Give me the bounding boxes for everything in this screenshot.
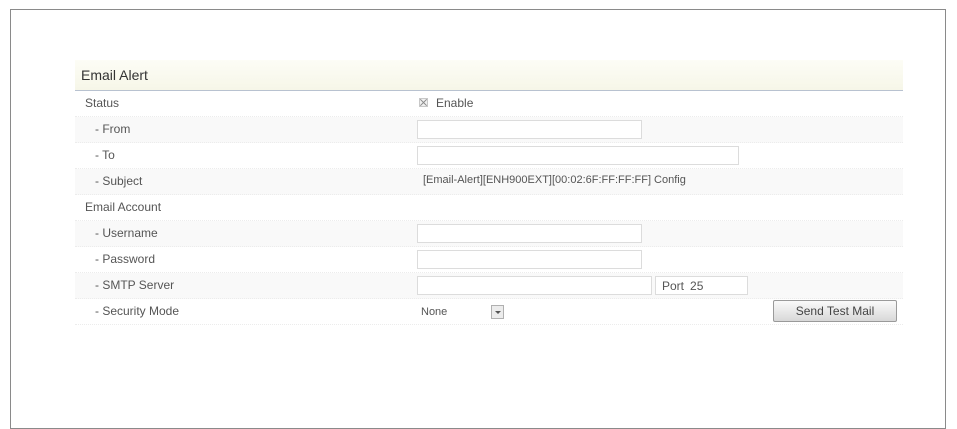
status-row: Status Enable	[75, 91, 903, 117]
password-field[interactable]	[417, 250, 642, 269]
to-field[interactable]	[417, 146, 739, 165]
smtp-server-label: - SMTP Server	[95, 278, 175, 292]
enable-checkbox[interactable]	[419, 98, 428, 107]
from-label: - From	[95, 122, 131, 136]
security-mode-value: None	[421, 305, 448, 318]
port-value[interactable]: 25	[690, 279, 703, 293]
email-account-label: Email Account	[85, 200, 162, 214]
from-field[interactable]	[417, 120, 642, 139]
password-row: - Password	[75, 247, 903, 273]
from-row: - From	[75, 117, 903, 143]
username-field[interactable]	[417, 224, 642, 243]
email-alert-panel: Email Alert Status Enable - From - To - …	[75, 60, 903, 325]
subject-label: - Subject	[95, 174, 143, 188]
to-label: - To	[95, 148, 115, 162]
username-row: - Username	[75, 221, 903, 247]
to-row: - To	[75, 143, 903, 169]
chevron-down-icon[interactable]	[491, 304, 504, 319]
security-mode-select[interactable]: None	[417, 302, 510, 321]
smtp-server-field[interactable]	[417, 276, 652, 295]
email-account-row: Email Account	[75, 195, 903, 221]
panel-title: Email Alert	[75, 60, 903, 91]
subject-field[interactable]: [Email-Alert][ENH900EXT][00:02:6F:FF:FF:…	[417, 172, 777, 191]
security-mode-row: - Security Mode None Send Test Mail	[75, 299, 903, 325]
content-frame: Email Alert Status Enable - From - To - …	[10, 9, 946, 429]
subject-row: - Subject [Email-Alert][ENH900EXT][00:02…	[75, 169, 903, 195]
username-label: - Username	[95, 226, 158, 240]
smtp-server-row: - SMTP Server Port 25	[75, 273, 903, 299]
status-label: Status	[85, 96, 120, 110]
security-mode-label: - Security Mode	[95, 304, 180, 318]
port-label: Port	[662, 278, 685, 293]
send-test-mail-button[interactable]: Send Test Mail	[773, 300, 897, 322]
port-field[interactable]: Port 25	[655, 276, 748, 295]
password-label: - Password	[95, 252, 156, 266]
enable-label[interactable]: Enable	[436, 91, 473, 116]
